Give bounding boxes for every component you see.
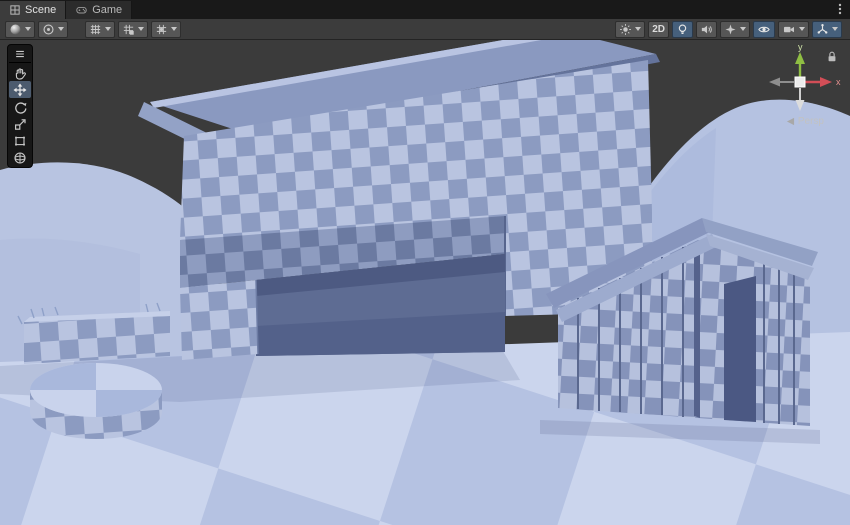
scale-tool-button[interactable] [9, 115, 31, 132]
gizmo-lock[interactable] [826, 50, 838, 63]
gizmos-dropdown[interactable] [812, 21, 842, 38]
mode-2d-toggle[interactable]: 2D [648, 21, 669, 38]
scene-effects-dropdown[interactable] [615, 21, 645, 38]
dropdown-caret-icon [25, 27, 31, 31]
snap-increment-dropdown[interactable] [151, 21, 181, 38]
unity-editor-window: Scene Game [0, 0, 850, 525]
dropdown-caret-icon [740, 27, 746, 31]
grid-snap-icon [122, 23, 135, 36]
sparkle-icon [724, 23, 737, 36]
tab-game[interactable]: Game [66, 1, 132, 19]
camera-icon [782, 23, 796, 36]
view-tool-button[interactable] [9, 64, 31, 81]
dropdown-caret-icon [799, 27, 805, 31]
dropdown-caret-icon [138, 27, 144, 31]
scene-audio-toggle[interactable] [696, 21, 717, 38]
dropdown-caret-icon [58, 27, 64, 31]
gizmo-center-cube[interactable] [795, 77, 805, 87]
effects-toggle-dropdown[interactable] [720, 21, 750, 38]
scene-visibility-toggle[interactable] [753, 21, 775, 38]
transform-tool-button[interactable] [9, 149, 31, 166]
tab-scene-label: Scene [25, 4, 56, 16]
hand-icon [13, 66, 27, 80]
circle-dot-icon [42, 23, 55, 36]
projection-label[interactable]: Persp [786, 116, 824, 127]
grid-snapping-dropdown[interactable] [118, 21, 148, 38]
rotate-icon [13, 100, 27, 114]
rect-icon [13, 134, 27, 148]
eye-icon [757, 23, 771, 36]
grid-icon [89, 23, 102, 36]
axis-globe-icon [816, 23, 829, 36]
kebab-menu-icon[interactable] [833, 2, 847, 16]
snap-move-icon [155, 23, 168, 36]
debug-draw-mode-dropdown[interactable] [38, 21, 68, 38]
axis-x-label: x [836, 77, 841, 87]
dropdown-caret-icon [105, 27, 111, 31]
rect-tool-button[interactable] [9, 132, 31, 149]
persp-text: Persp [798, 116, 824, 127]
overlay-menu-button[interactable] [9, 46, 31, 63]
scene-viewport[interactable]: y x Persp [0, 40, 850, 525]
tab-scene[interactable]: Scene [0, 1, 66, 19]
dropdown-caret-icon [171, 27, 177, 31]
tool-strip [7, 44, 33, 168]
transform-icon [13, 151, 27, 165]
scene-lighting-toggle[interactable] [672, 21, 693, 38]
dropdown-caret-icon [635, 27, 641, 31]
speaker-icon [700, 23, 713, 36]
scene-grid-icon [9, 4, 21, 16]
camera-settings-dropdown[interactable] [778, 21, 809, 38]
sun-icon [619, 23, 632, 36]
shaded-sphere-icon [9, 23, 22, 36]
rotate-tool-button[interactable] [9, 98, 31, 115]
shed-doorway [724, 276, 756, 422]
tab-game-label: Game [92, 4, 122, 16]
well[interactable] [30, 363, 162, 439]
move-tool-button[interactable] [9, 81, 31, 98]
move-icon [13, 83, 27, 97]
lightbulb-icon [676, 23, 689, 36]
draw-mode-dropdown[interactable] [5, 21, 35, 38]
scale-icon [13, 117, 27, 131]
persp-cone-icon [786, 117, 795, 126]
grid-visibility-dropdown[interactable] [85, 21, 115, 38]
tab-bar: Scene Game [0, 0, 850, 19]
scene-render[interactable] [0, 40, 850, 525]
scene-toolbar: 2D [0, 19, 850, 40]
mode-2d-label: 2D [652, 24, 665, 35]
dropdown-caret-icon [832, 27, 838, 31]
axis-y-label: y [798, 42, 803, 52]
hamburger-icon [14, 48, 26, 60]
gamepad-icon [75, 4, 88, 16]
lock-icon [826, 50, 838, 63]
